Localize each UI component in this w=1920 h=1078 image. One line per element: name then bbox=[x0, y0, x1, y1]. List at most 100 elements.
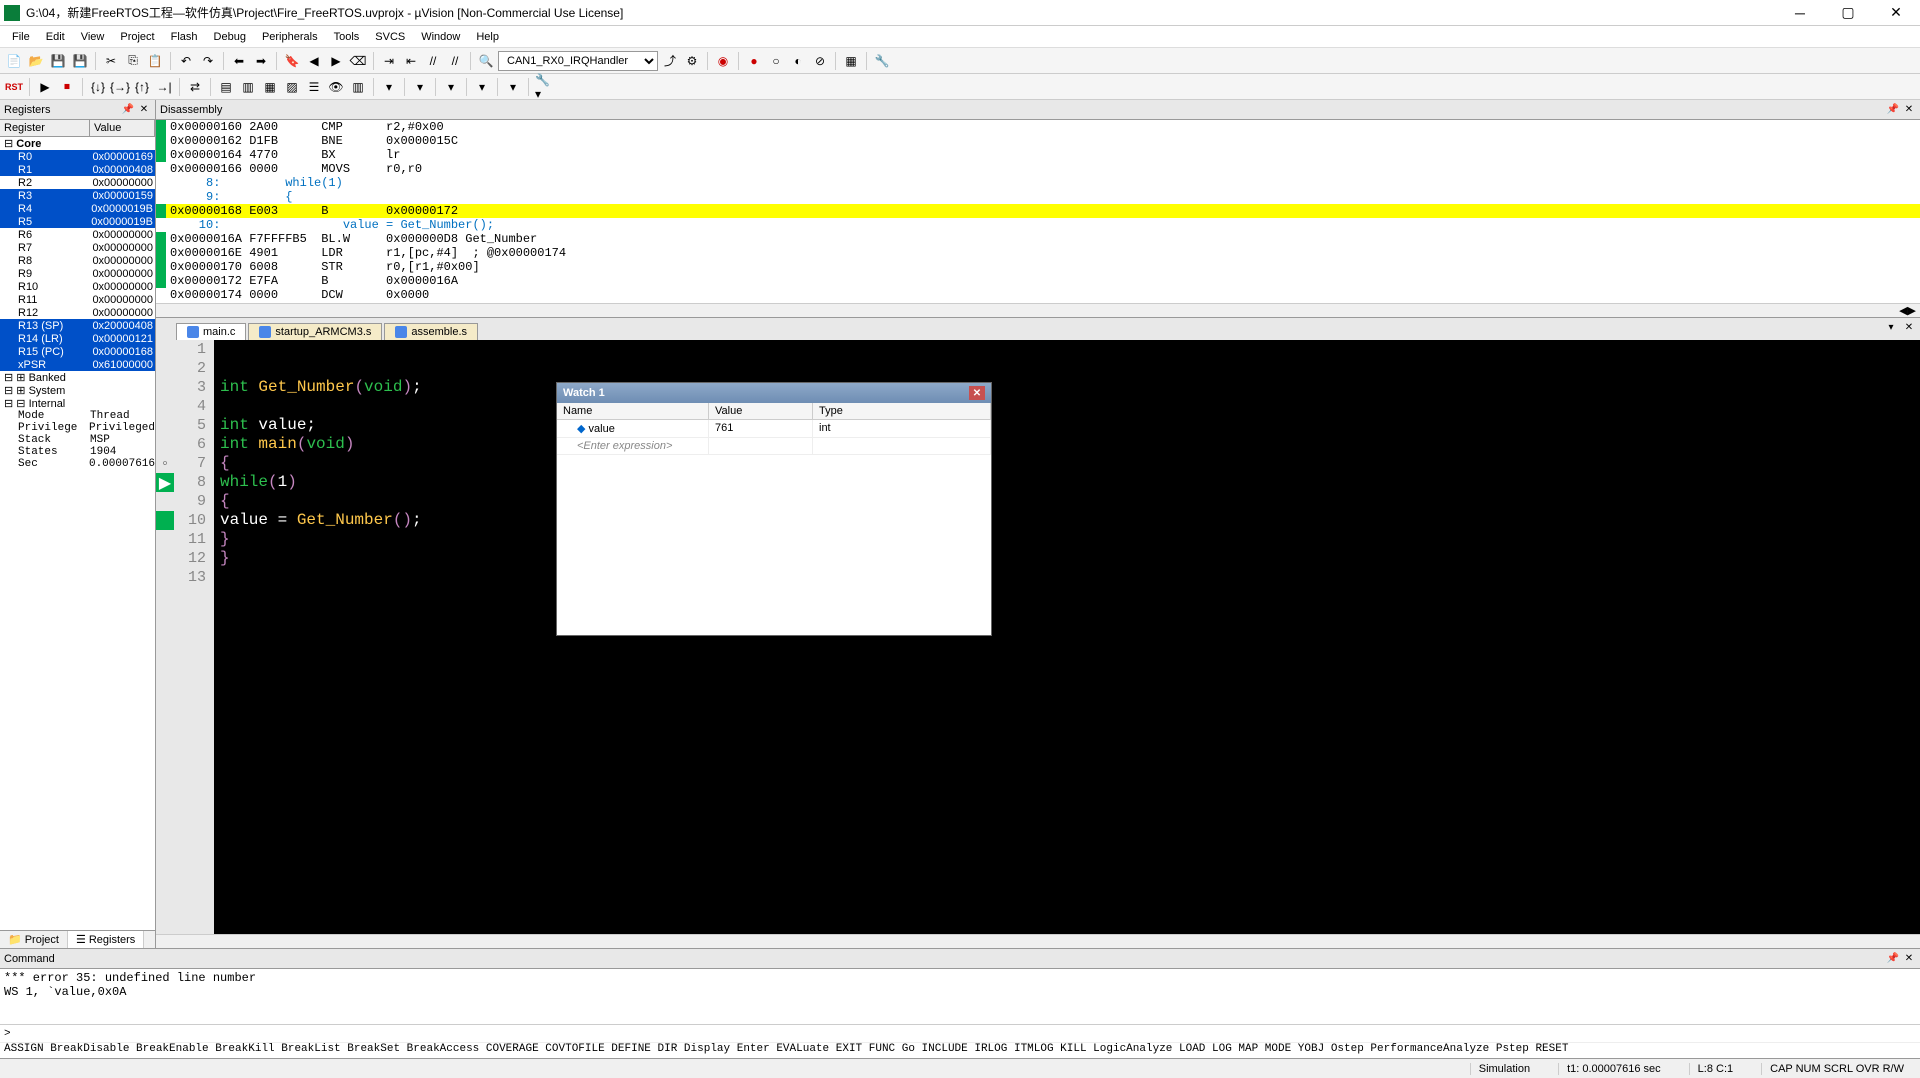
breakpoint-kill-icon[interactable]: ⊘ bbox=[810, 51, 830, 71]
menu-project[interactable]: Project bbox=[112, 29, 162, 45]
menu-tools[interactable]: Tools bbox=[326, 29, 368, 45]
menu-svcs[interactable]: SVCS bbox=[367, 29, 413, 45]
find-icon[interactable]: 🔍 bbox=[476, 51, 496, 71]
cmd-window-icon[interactable]: ▤ bbox=[216, 77, 236, 97]
uncomment-icon[interactable]: // bbox=[445, 51, 465, 71]
panel-close-icon[interactable]: ✕ bbox=[137, 103, 151, 117]
disasm-line[interactable]: 0x00000176 2000 DCW 0x2000 bbox=[156, 302, 1920, 303]
reg-col-value[interactable]: Value bbox=[90, 120, 155, 136]
editor-close-icon[interactable]: ✕ bbox=[1902, 320, 1916, 334]
editor-dropdown-icon[interactable]: ▾ bbox=[1884, 320, 1898, 334]
system-window-icon[interactable]: ▾ bbox=[472, 77, 492, 97]
menu-file[interactable]: File bbox=[4, 29, 38, 45]
register-row[interactable]: R20x00000000 bbox=[0, 176, 155, 189]
bookmark-prev-icon[interactable]: ◀ bbox=[304, 51, 324, 71]
function-combo[interactable]: CAN1_RX0_IRQHandler bbox=[498, 51, 658, 71]
watch-body[interactable]: ◆ value 761 int <Enter expression> bbox=[557, 420, 991, 635]
redo-icon[interactable]: ↷ bbox=[198, 51, 218, 71]
breakpoint-enable-icon[interactable]: ○ bbox=[766, 51, 786, 71]
copy-icon[interactable]: ⎘ bbox=[123, 51, 143, 71]
register-row[interactable]: R14 (LR)0x00000121 bbox=[0, 332, 155, 345]
disasm-line[interactable]: 8: while(1) bbox=[156, 176, 1920, 190]
disasm-window-icon[interactable]: ▥ bbox=[238, 77, 258, 97]
memory-window-icon[interactable]: ▥ bbox=[348, 77, 368, 97]
disasm-close-icon[interactable]: ✕ bbox=[1902, 103, 1916, 117]
panel-pin-icon[interactable]: 📌 bbox=[121, 103, 135, 117]
window-icon[interactable]: ▦ bbox=[841, 51, 861, 71]
disasm-line[interactable]: 10: value = Get_Number(); bbox=[156, 218, 1920, 232]
disasm-line[interactable]: 9: { bbox=[156, 190, 1920, 204]
disasm-pin-icon[interactable]: 📌 bbox=[1886, 103, 1900, 117]
menu-window[interactable]: Window bbox=[413, 29, 468, 45]
run-icon[interactable]: ▶ bbox=[35, 77, 55, 97]
editor-scrollbar[interactable] bbox=[156, 934, 1920, 948]
reg-col-name[interactable]: Register bbox=[0, 120, 90, 136]
bookmark-clear-icon[interactable]: ⌫ bbox=[348, 51, 368, 71]
maximize-button[interactable]: ▢ bbox=[1828, 2, 1868, 24]
register-row[interactable]: R100x00000000 bbox=[0, 280, 155, 293]
tab-registers[interactable]: ☰ Registers bbox=[68, 931, 144, 948]
register-tree[interactable]: Core R00x00000169R10x00000408R20x0000000… bbox=[0, 137, 155, 930]
register-row[interactable]: R10x00000408 bbox=[0, 163, 155, 176]
menu-view[interactable]: View bbox=[73, 29, 113, 45]
save-icon[interactable]: 💾 bbox=[48, 51, 68, 71]
register-row[interactable]: R60x00000000 bbox=[0, 228, 155, 241]
watch-add-row[interactable]: <Enter expression> bbox=[557, 438, 991, 455]
disasm-scrollbar[interactable]: ◀ ▶ bbox=[156, 303, 1920, 317]
register-row[interactable]: R90x00000000 bbox=[0, 267, 155, 280]
register-row[interactable]: xPSR0x61000000 bbox=[0, 358, 155, 371]
reg-group-core[interactable]: Core bbox=[0, 137, 155, 150]
undo-icon[interactable]: ↶ bbox=[176, 51, 196, 71]
watch-titlebar[interactable]: Watch 1 ✕ bbox=[557, 383, 991, 403]
debug-icon[interactable]: ◉ bbox=[713, 51, 733, 71]
stepout-icon[interactable]: {↑} bbox=[132, 77, 152, 97]
paste-icon[interactable]: 📋 bbox=[145, 51, 165, 71]
outdent-icon[interactable]: ⇤ bbox=[401, 51, 421, 71]
watch-col-name[interactable]: Name bbox=[557, 403, 709, 419]
reg-group-banked[interactable]: ⊞ Banked bbox=[0, 371, 155, 384]
watch-window-icon[interactable]: 👁 bbox=[326, 77, 346, 97]
symbol-window-icon[interactable]: ▦ bbox=[260, 77, 280, 97]
nav-fwd-icon[interactable]: ➡ bbox=[251, 51, 271, 71]
serial-window-icon[interactable]: ▾ bbox=[379, 77, 399, 97]
disasm-line[interactable]: 0x0000016A F7FFFFB5 BL.W 0x000000D8 Get_… bbox=[156, 232, 1920, 246]
stepover-icon[interactable]: {→} bbox=[110, 77, 130, 97]
new-icon[interactable]: 📄 bbox=[4, 51, 24, 71]
goto-icon[interactable]: ⤴ bbox=[660, 51, 680, 71]
register-row[interactable]: R120x00000000 bbox=[0, 306, 155, 319]
code-editor[interactable]: ◦▶ 12345678910111213 int Get_Number(void… bbox=[156, 340, 1920, 934]
analysis-window-icon[interactable]: ▾ bbox=[410, 77, 430, 97]
register-row[interactable]: R40x0000019B bbox=[0, 202, 155, 215]
register-row[interactable]: R15 (PC)0x00000168 bbox=[0, 345, 155, 358]
disassembly-content[interactable]: 0x00000160 2A00 CMP r2,#0x000x00000162 D… bbox=[156, 120, 1920, 303]
register-row[interactable]: R30x00000159 bbox=[0, 189, 155, 202]
step-icon[interactable]: {↓} bbox=[88, 77, 108, 97]
tools-icon[interactable]: 🔧 bbox=[872, 51, 892, 71]
toolbox-icon[interactable]: ▾ bbox=[503, 77, 523, 97]
register-row[interactable]: R70x00000000 bbox=[0, 241, 155, 254]
disasm-line[interactable]: 0x0000016E 4901 LDR r1,[pc,#4] ; @0x0000… bbox=[156, 246, 1920, 260]
watch-col-value[interactable]: Value bbox=[709, 403, 813, 419]
menu-flash[interactable]: Flash bbox=[163, 29, 206, 45]
disasm-line[interactable]: 0x00000174 0000 DCW 0x0000 bbox=[156, 288, 1920, 302]
cut-icon[interactable]: ✂ bbox=[101, 51, 121, 71]
bookmark-icon[interactable]: 🔖 bbox=[282, 51, 302, 71]
watch-col-type[interactable]: Type bbox=[813, 403, 991, 419]
command-output[interactable]: *** error 35: undefined line number WS 1… bbox=[0, 969, 1920, 1024]
disasm-line[interactable]: 0x00000160 2A00 CMP r2,#0x00 bbox=[156, 120, 1920, 134]
indent-icon[interactable]: ⇥ bbox=[379, 51, 399, 71]
menu-help[interactable]: Help bbox=[468, 29, 507, 45]
register-row[interactable]: R13 (SP)0x20000408 bbox=[0, 319, 155, 332]
callstack-window-icon[interactable]: ☰ bbox=[304, 77, 324, 97]
minimize-button[interactable]: ─ bbox=[1780, 2, 1820, 24]
saveall-icon[interactable]: 💾 bbox=[70, 51, 90, 71]
comment-icon[interactable]: // bbox=[423, 51, 443, 71]
menu-peripherals[interactable]: Peripherals bbox=[254, 29, 326, 45]
breakpoint-insert-icon[interactable]: ● bbox=[744, 51, 764, 71]
disasm-line[interactable]: 0x00000162 D1FB BNE 0x0000015C bbox=[156, 134, 1920, 148]
watch-window[interactable]: Watch 1 ✕ Name Value Type ◆ value 761 in… bbox=[556, 382, 992, 636]
disasm-line[interactable]: 0x00000170 6008 STR r0,[r1,#0x00] bbox=[156, 260, 1920, 274]
reset-icon[interactable]: RST bbox=[4, 77, 24, 97]
menu-debug[interactable]: Debug bbox=[206, 29, 254, 45]
tab-startup[interactable]: startup_ARMCM3.s bbox=[248, 323, 382, 340]
